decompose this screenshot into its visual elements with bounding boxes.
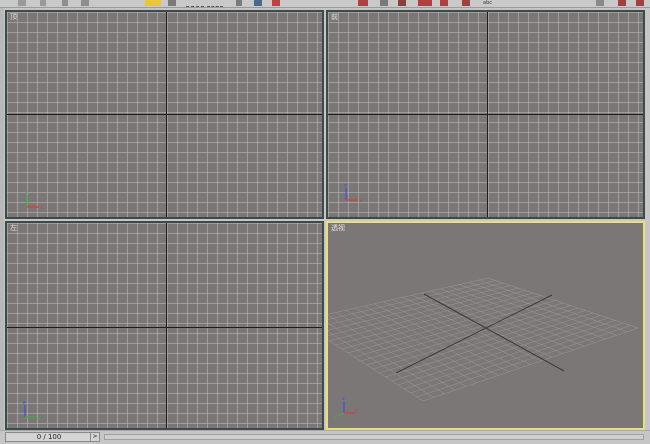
- mirror-icon[interactable]: [272, 0, 280, 6]
- layer-icon[interactable]: [380, 0, 388, 6]
- rotate-icon[interactable]: [207, 0, 223, 7]
- schematic-icon[interactable]: [618, 0, 626, 6]
- unlink-icon[interactable]: [81, 0, 89, 6]
- axis-x-label: x: [355, 408, 358, 414]
- redo-icon[interactable]: [40, 0, 46, 6]
- axis-gizmo-icon: z x: [344, 183, 362, 204]
- viewport-label[interactable]: 前: [331, 13, 338, 22]
- axis-z-label: z: [344, 183, 347, 189]
- link-icon[interactable]: [62, 0, 68, 6]
- axis-y-label: y: [38, 415, 41, 421]
- perspective-grid: [328, 277, 639, 402]
- axis-gizmo-icon: z x y: [334, 396, 358, 419]
- render-icon[interactable]: [462, 0, 470, 6]
- axis-y-label: y: [25, 190, 28, 196]
- left-edge-strip: [0, 8, 4, 430]
- axis-x-label: x: [359, 198, 362, 204]
- snap-icon[interactable]: [254, 0, 262, 6]
- viewport-left[interactable]: 左 z y: [5, 221, 324, 430]
- move-icon[interactable]: [186, 0, 204, 7]
- text-label: abc: [483, 0, 492, 6]
- main-toolbar: abc: [0, 0, 650, 8]
- axis-y-label: y: [334, 415, 337, 419]
- select-region-icon[interactable]: [168, 0, 176, 6]
- axis-gizmo-icon: z y: [23, 400, 41, 421]
- curve-editor-icon[interactable]: [398, 0, 406, 6]
- axis-x-label: x: [40, 205, 43, 211]
- next-frame-button[interactable]: >: [90, 433, 99, 441]
- undo-icon[interactable]: [18, 0, 26, 6]
- status-bar: 0 / 100 >: [0, 430, 650, 444]
- viewport-front[interactable]: 前 z x: [326, 10, 645, 219]
- viewport-label[interactable]: 顶: [10, 13, 17, 22]
- viewport-perspective[interactable]: 透视 z x y: [326, 221, 645, 430]
- viewport-top[interactable]: 顶 y x: [5, 10, 324, 219]
- select-icon[interactable]: [145, 0, 161, 6]
- axis-gizmo-icon: y x: [25, 190, 43, 211]
- timeline-track[interactable]: [104, 434, 644, 440]
- quick-render-icon[interactable]: [636, 0, 644, 6]
- axis-z-label: z: [342, 396, 345, 402]
- material-icon[interactable]: [418, 0, 432, 6]
- align-icon[interactable]: [358, 0, 368, 6]
- scale-icon[interactable]: [236, 0, 242, 6]
- time-slider[interactable]: 0 / 100 >: [5, 432, 100, 442]
- axis-z-label: z: [23, 400, 26, 406]
- viewport-label[interactable]: 左: [10, 224, 17, 233]
- render-setup-icon[interactable]: [440, 0, 448, 6]
- named-sets-icon[interactable]: [596, 0, 604, 6]
- frame-readout: 0 / 100: [36, 433, 62, 441]
